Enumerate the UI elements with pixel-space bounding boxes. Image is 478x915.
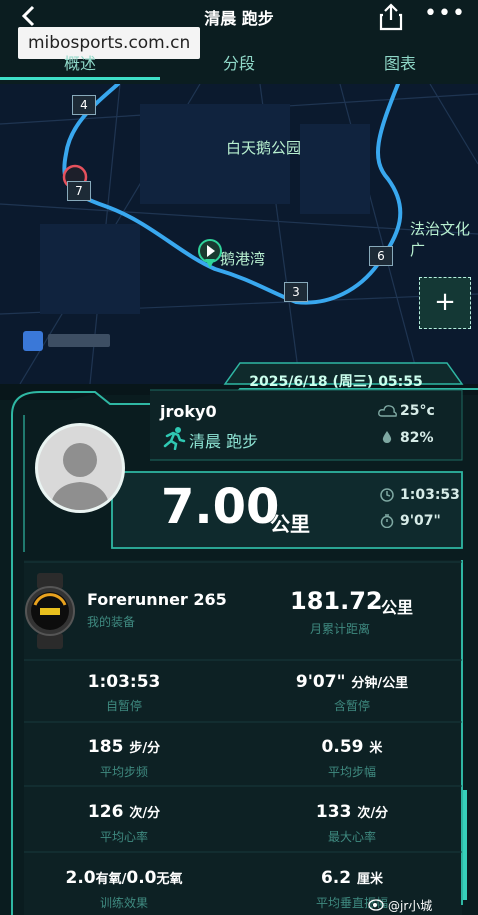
month-distance-unit: 公里 [381, 598, 414, 617]
park-label: 白天鹅公园 [226, 139, 302, 157]
more-icon: ••• [424, 1, 466, 26]
km-marker[interactable]: 4 [72, 95, 96, 115]
cloud-sun-icon [378, 405, 397, 417]
activity-datetime: 2025/6/18 (周三) 05:55 [249, 374, 423, 390]
temperature: 25°c [400, 403, 435, 419]
duration: 1:03:53 [400, 487, 460, 503]
training-effect-value: 2.0有氧/0.0无氧 [65, 868, 183, 888]
play-icon [198, 239, 222, 268]
map-logo-icon [23, 331, 43, 351]
humidity: 82% [400, 430, 434, 446]
watch-icon[interactable] [25, 573, 75, 649]
running-icon [163, 427, 186, 450]
distance-unit: 公里 [270, 512, 310, 536]
km-marker[interactable]: 3 [284, 282, 308, 302]
stopwatch-icon [380, 514, 394, 528]
more-button[interactable]: ••• [424, 2, 465, 30]
device-name: Forerunner 265 [87, 590, 227, 609]
moving-time-label: 自暂停 [105, 699, 142, 713]
training-effect-label: 训练效果 [99, 896, 148, 910]
tab-splits[interactable]: 分段 [189, 50, 289, 74]
stride-label: 平均步幅 [327, 765, 376, 779]
play-pin[interactable] [197, 239, 223, 269]
user-name: jroky0 [160, 402, 217, 421]
moving-time-value: 1:03:53 [87, 672, 161, 692]
add-button[interactable]: + [419, 277, 471, 329]
culture-label: 法治文化广 [410, 220, 471, 259]
tab-overview[interactable]: 概述 [30, 50, 130, 74]
month-distance-value: 181.72 [290, 587, 383, 615]
route-map[interactable]: 白天鹅公园 鹅港湾 法治文化广 4 7 6 3 + [0, 84, 478, 384]
max-heart-rate-value: 133 次/分 [315, 802, 389, 822]
droplet-icon [382, 431, 392, 443]
vertical-oscillation-value: 6.2 厘米 [320, 868, 384, 888]
stride-value: 0.59 米 [321, 737, 383, 757]
weibo-icon [368, 899, 384, 911]
avg-heart-rate-value: 126 次/分 [87, 802, 161, 822]
share-button[interactable] [378, 3, 404, 31]
clock-icon [380, 488, 394, 502]
map-attribution [48, 334, 110, 347]
distance-value: 7.00 [161, 479, 280, 535]
km-marker[interactable]: 7 [67, 181, 91, 201]
cadence-value: 185 步/分 [87, 737, 161, 757]
pace-value: 9'07" 分钟/公里 [295, 672, 409, 692]
km-marker[interactable]: 6 [369, 246, 393, 266]
share-icon [379, 3, 403, 31]
avg-heart-rate-label: 平均心率 [99, 830, 148, 844]
avatar[interactable] [35, 423, 125, 513]
activity-type: 清晨 跑步 [189, 432, 259, 451]
bay-label: 鹅港湾 [220, 250, 266, 268]
month-distance-label: 月累计距离 [310, 622, 371, 636]
pace: 9'07" [400, 513, 441, 529]
page-title: 清晨 跑步 [204, 9, 274, 28]
cadence-label: 平均步频 [99, 765, 148, 779]
device-subtitle: 我的装备 [87, 615, 136, 629]
active-tab-underline [0, 77, 160, 80]
header: 清晨 跑步 ••• mibosports.com.cn 概述 分段 图表 [0, 0, 478, 84]
tab-charts[interactable]: 图表 [350, 50, 450, 74]
max-heart-rate-label: 最大心率 [327, 830, 376, 844]
user-avatar-icon [50, 443, 110, 510]
weibo-watermark: @jr小城 [388, 899, 433, 913]
pace-label: 含暂停 [333, 699, 370, 713]
tab-bar: 概述 分段 图表 [0, 46, 478, 80]
